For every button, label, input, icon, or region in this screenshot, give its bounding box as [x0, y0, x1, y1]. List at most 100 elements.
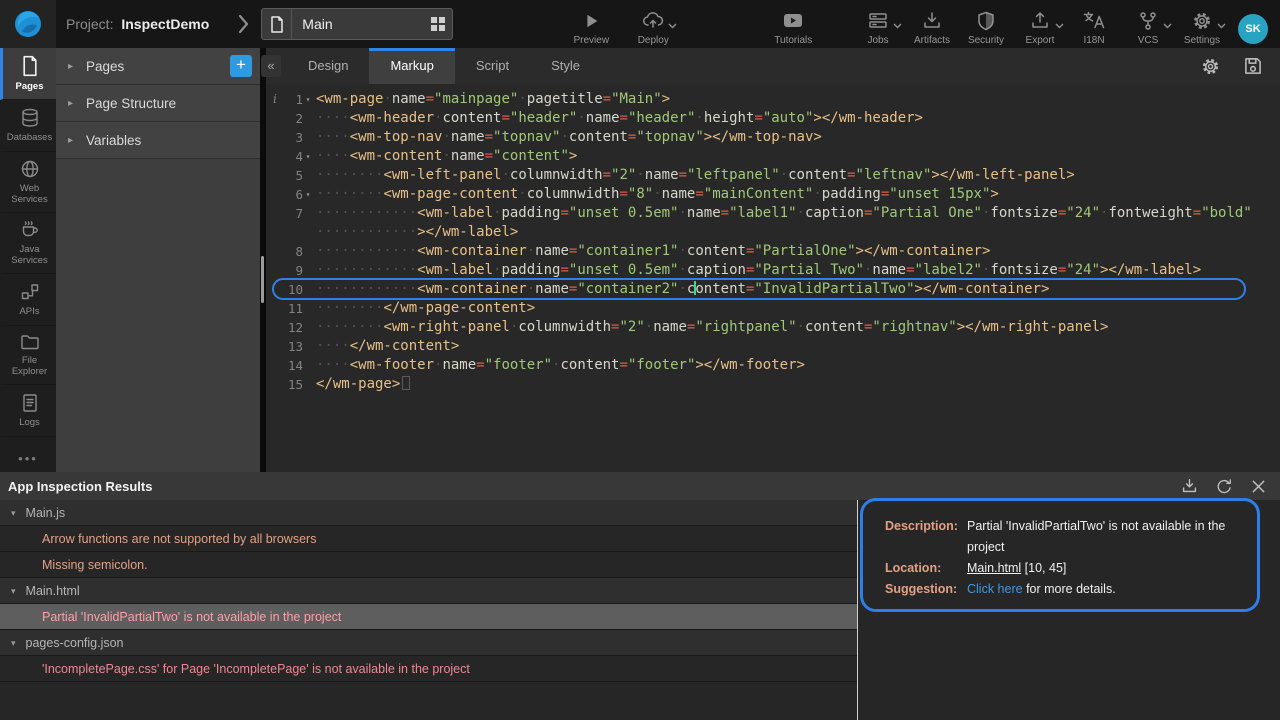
- accordion-page-structure[interactable]: ▸ Page Structure: [56, 85, 260, 122]
- export-button[interactable]: Export: [1014, 3, 1066, 46]
- accordion-variables[interactable]: ▸ Variables: [56, 122, 260, 159]
- page-grid-icon[interactable]: [424, 17, 452, 31]
- fold-arrow-icon[interactable]: ▾: [303, 147, 313, 166]
- add-page-button[interactable]: +: [230, 55, 252, 77]
- jobs-caret-icon[interactable]: [893, 23, 902, 29]
- code-text[interactable]: ············<wm-container·name="containe…: [316, 242, 1280, 261]
- collapse-triangle-icon: ▾: [0, 500, 16, 526]
- gutter[interactable]: 14: [266, 356, 316, 375]
- code-text[interactable]: ········<wm-page-content·columnwidth="8"…: [316, 185, 1280, 204]
- tab-style[interactable]: Style: [530, 48, 601, 84]
- click-here-link[interactable]: Click here: [967, 582, 1023, 596]
- code-text[interactable]: ············<wm-label·padding="unset 0.5…: [316, 204, 1280, 223]
- code-text[interactable]: ············<wm-container·name="containe…: [316, 280, 1280, 299]
- gutter[interactable]: i1▾: [266, 90, 316, 109]
- chevron-right-icon: ▸: [68, 135, 73, 146]
- ghost-cursor: [402, 376, 410, 390]
- gutter[interactable]: 12: [266, 318, 316, 337]
- fold-arrow-icon[interactable]: ▾: [303, 185, 313, 204]
- gutter[interactable]: 4▾: [266, 147, 316, 166]
- chevron-right-icon[interactable]: [235, 13, 251, 35]
- issue-group-Main.html[interactable]: ▾Main.html: [0, 578, 857, 604]
- gutter[interactable]: 10: [266, 280, 316, 299]
- gutter[interactable]: 6▾: [266, 185, 316, 204]
- gutter[interactable]: 9: [266, 261, 316, 280]
- sidebar-item-apis[interactable]: APIs: [0, 274, 56, 326]
- code-editor[interactable]: i1▾<wm-page·name="mainpage"·pagetitle="M…: [266, 84, 1280, 394]
- close-panel-icon[interactable]: [1251, 479, 1266, 494]
- issue-item[interactable]: Partial 'InvalidPartialTwo' is not avail…: [0, 604, 857, 630]
- code-text[interactable]: ····</wm-content>: [316, 337, 1280, 356]
- issue-item[interactable]: Missing semicolon.: [0, 552, 857, 578]
- issue-item[interactable]: 'IncompletePage.css' for Page 'Incomplet…: [0, 656, 857, 682]
- user-avatar[interactable]: SK: [1238, 14, 1268, 44]
- gutter[interactable]: 11: [266, 299, 316, 318]
- gutter[interactable]: [266, 223, 316, 242]
- artifacts-button[interactable]: Artifacts: [906, 3, 958, 46]
- vcs-button[interactable]: VCS: [1122, 3, 1174, 46]
- deploy-button[interactable]: Deploy: [627, 3, 679, 46]
- preview-button[interactable]: Preview: [565, 3, 617, 46]
- shield-icon: [977, 10, 995, 32]
- page-selector[interactable]: Main: [261, 8, 453, 40]
- tab-design[interactable]: Design: [287, 48, 369, 84]
- issue-group-Main.js[interactable]: ▾Main.js: [0, 500, 857, 526]
- issue-group-pages-config.json[interactable]: ▾pages-config.json: [0, 630, 857, 656]
- gutter[interactable]: 8: [266, 242, 316, 261]
- jobs-label: Jobs: [867, 35, 888, 46]
- code-text[interactable]: ····<wm-header·content="header"·name="he…: [316, 109, 1280, 128]
- jobs-button[interactable]: Jobs: [852, 3, 904, 46]
- app-logo[interactable]: [0, 0, 56, 48]
- code-text[interactable]: ············></wm-label>: [316, 223, 1280, 242]
- sidebar-item-logs[interactable]: Logs: [0, 385, 56, 437]
- gutter[interactable]: 5: [266, 166, 316, 185]
- code-text[interactable]: ····<wm-footer·name="footer"·content="fo…: [316, 356, 1280, 375]
- i18n-label: I18N: [1083, 35, 1104, 46]
- vcs-caret-icon[interactable]: [1163, 23, 1172, 29]
- sidebar-item-java-services[interactable]: Java Services: [0, 213, 56, 274]
- code-text[interactable]: <wm-page·name="mainpage"·pagetitle="Main…: [316, 90, 1280, 109]
- detail-location-row: Location: Main.html [10, 45]: [885, 558, 1257, 579]
- download-results-icon[interactable]: [1181, 478, 1198, 494]
- sidebar-item-file-explorer[interactable]: File Explorer: [0, 326, 56, 385]
- gutter[interactable]: 7: [266, 204, 316, 223]
- gutter[interactable]: 13: [266, 337, 316, 356]
- line-number: 7: [295, 204, 303, 223]
- play-icon: [582, 10, 600, 32]
- code-text[interactable]: ····<wm-content·name="content">: [316, 147, 1280, 166]
- refresh-icon[interactable]: [1216, 478, 1233, 495]
- security-button[interactable]: Security: [960, 3, 1012, 46]
- code-text[interactable]: ········<wm-right-panel·columnwidth="2"·…: [316, 318, 1280, 337]
- editor-settings-gear-icon[interactable]: [1201, 57, 1220, 76]
- code-text[interactable]: ········</wm-page-content>: [316, 299, 1280, 318]
- sidebar-more-button[interactable]: •••: [0, 451, 56, 466]
- line-number: 6: [295, 185, 303, 204]
- sidebar-item-web-services[interactable]: Web Services: [0, 152, 56, 213]
- location-file-link[interactable]: Main.html: [967, 561, 1021, 575]
- deploy-caret-icon[interactable]: [668, 23, 677, 29]
- issue-item[interactable]: Arrow functions are not supported by all…: [0, 526, 857, 552]
- sidebar-item-pages[interactable]: Pages: [0, 48, 56, 100]
- gutter[interactable]: 15: [266, 375, 316, 394]
- code-text[interactable]: ············<wm-label·padding="unset 0.5…: [316, 261, 1280, 280]
- tutorials-button[interactable]: Tutorials: [767, 3, 819, 46]
- settings-button[interactable]: Settings: [1176, 3, 1228, 46]
- settings-caret-icon[interactable]: [1217, 23, 1226, 29]
- gutter[interactable]: 3: [266, 128, 316, 147]
- code-text[interactable]: ········<wm-left-panel·columnwidth="2"·n…: [316, 166, 1280, 185]
- fold-arrow-icon[interactable]: ▾: [303, 90, 313, 109]
- code-text[interactable]: </wm-page>: [316, 375, 1280, 394]
- export-caret-icon[interactable]: [1055, 23, 1064, 29]
- editor-region: « Design Markup Script Style i1▾<wm-page…: [266, 48, 1280, 472]
- scrollbar-thumb[interactable]: [261, 256, 264, 303]
- code-text[interactable]: ····<wm-top-nav·name="topnav"·content="t…: [316, 128, 1280, 147]
- tab-script[interactable]: Script: [455, 48, 530, 84]
- line-number: 11: [288, 299, 303, 318]
- tab-markup[interactable]: Markup: [369, 48, 454, 84]
- collapse-panel-button[interactable]: «: [261, 55, 281, 77]
- i18n-button[interactable]: I18N: [1068, 3, 1120, 46]
- accordion-pages[interactable]: ▸ Pages +: [56, 48, 260, 85]
- sidebar-item-databases[interactable]: Databases: [0, 100, 56, 152]
- save-icon[interactable]: [1244, 57, 1262, 75]
- gutter[interactable]: 2: [266, 109, 316, 128]
